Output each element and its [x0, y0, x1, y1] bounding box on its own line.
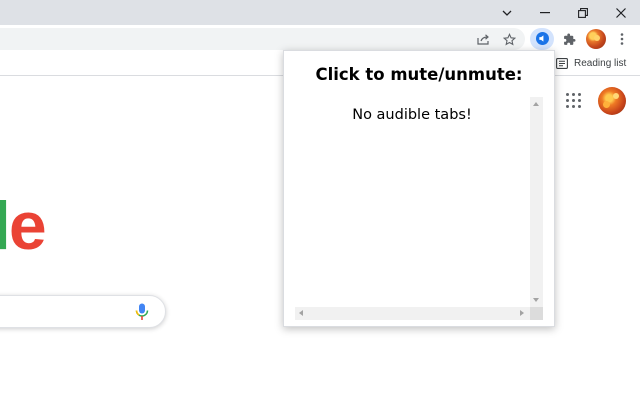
- scroll-up-arrow-icon[interactable]: [533, 102, 539, 106]
- horizontal-scrollbar[interactable]: [295, 307, 530, 320]
- close-icon: [616, 7, 626, 18]
- reading-list-icon: [556, 57, 568, 69]
- audio-extension-icon: [536, 32, 549, 45]
- mic-icon[interactable]: [135, 303, 149, 321]
- more-vert-icon: [620, 33, 624, 45]
- no-audible-tabs-message: No audible tabs!: [352, 107, 472, 123]
- minimize-button[interactable]: [527, 0, 563, 25]
- reading-list-button[interactable]: Reading list: [556, 56, 626, 70]
- profile-avatar[interactable]: [586, 29, 606, 49]
- scroll-left-arrow-icon[interactable]: [299, 310, 303, 316]
- chevron-down-icon: [502, 10, 512, 16]
- share-button[interactable]: [472, 28, 494, 50]
- menu-button[interactable]: [611, 28, 633, 50]
- minimize-icon: [540, 11, 550, 13]
- close-button[interactable]: [603, 0, 639, 25]
- google-account-avatar[interactable]: [598, 87, 626, 115]
- tab-search-button[interactable]: [489, 0, 525, 25]
- restore-button[interactable]: [565, 0, 601, 25]
- extensions-button[interactable]: [558, 28, 580, 50]
- scrollbar-corner: [530, 307, 543, 320]
- popup-title: Click to mute/unmute:: [315, 65, 523, 84]
- restore-icon: [578, 7, 588, 18]
- reading-list-label: Reading list: [574, 57, 627, 69]
- share-icon: [476, 33, 489, 45]
- browser-window: Reading list le Click to mute/unmute: No…: [0, 0, 640, 400]
- puzzle-icon: [563, 33, 575, 45]
- google-logo: le: [0, 186, 47, 266]
- scroll-right-arrow-icon[interactable]: [520, 310, 524, 316]
- title-bar: [0, 0, 640, 25]
- star-icon: [502, 32, 516, 45]
- logo-letter-l: l: [0, 188, 11, 264]
- vertical-scrollbar[interactable]: [530, 97, 543, 307]
- scroll-down-arrow-icon[interactable]: [533, 298, 539, 302]
- bookmark-star-button[interactable]: [498, 28, 520, 50]
- extension-popup: Click to mute/unmute: No audible tabs!: [283, 50, 555, 327]
- address-bar[interactable]: [0, 28, 525, 50]
- apps-grid-icon[interactable]: [565, 92, 581, 108]
- logo-letter-e: e: [8, 188, 47, 264]
